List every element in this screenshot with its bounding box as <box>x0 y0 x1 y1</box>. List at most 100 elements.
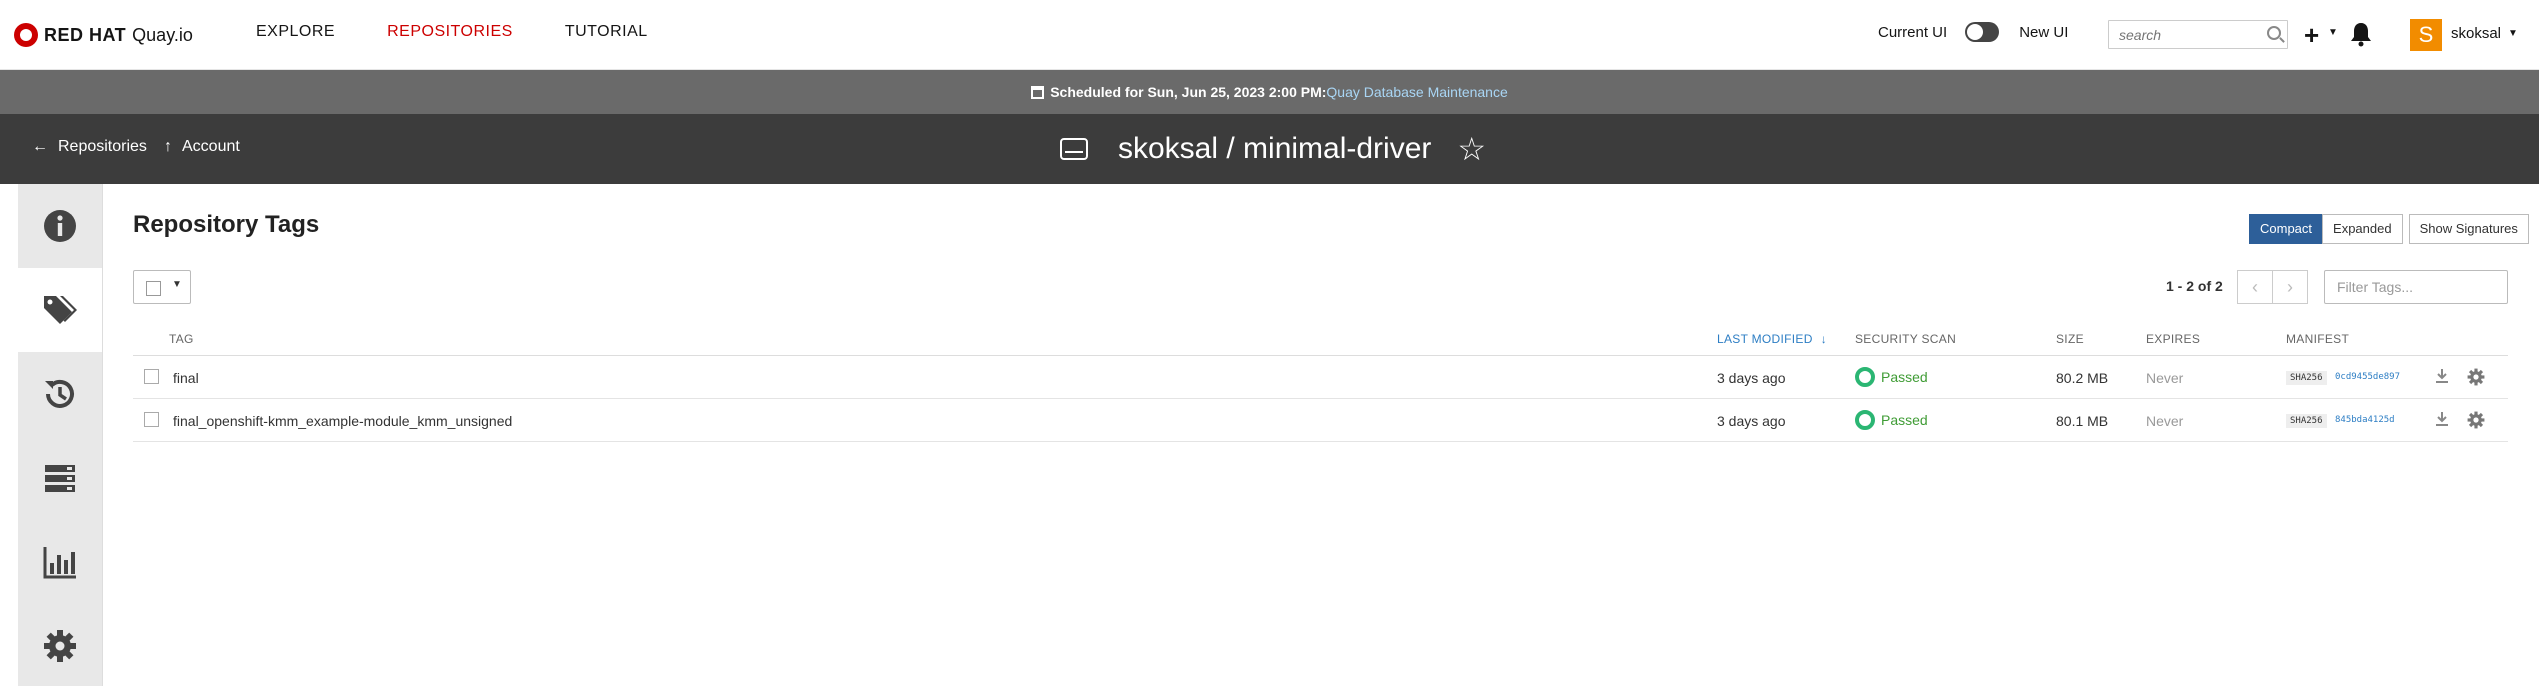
row-checkbox[interactable] <box>144 412 159 427</box>
column-header-size[interactable]: SIZE <box>2056 332 2084 346</box>
security-scan-label: Passed <box>1881 369 1928 385</box>
pagination: ‹ › <box>2237 270 2308 304</box>
back-arrow-icon: ← <box>32 138 48 155</box>
maintenance-banner: Scheduled for Sun, Jun 25, 2023 2:00 PM:… <box>0 70 2539 114</box>
builds-icon <box>45 465 75 492</box>
tag-name[interactable]: final <box>173 370 199 386</box>
scan-passed-icon <box>1855 410 1875 430</box>
create-new-icon[interactable]: + <box>2304 20 2319 51</box>
sort-desc-icon: ↓ <box>1820 332 1828 346</box>
security-scan-label: Passed <box>1881 412 1928 428</box>
last-modified: 3 days ago <box>1717 370 1786 386</box>
breadcrumb-account-label: Account <box>182 138 240 155</box>
sidebar-item-info[interactable] <box>18 184 102 268</box>
view-mode-buttons: Compact Expanded Show Signatures <box>2249 214 2529 244</box>
sidebar-item-settings[interactable] <box>18 604 102 686</box>
sidebar-item-tags[interactable] <box>18 268 102 352</box>
ui-switch[interactable] <box>1965 22 2000 42</box>
repo-title: skoksal / minimal-driver ☆ <box>1060 130 1486 168</box>
brand-logo[interactable]: RED HAT Quay.io <box>14 22 193 48</box>
repository-tags-panel: Repository Tags Compact Expanded Show Si… <box>102 184 2539 686</box>
repo-sidebar <box>18 184 102 686</box>
bulk-select-dropdown[interactable]: ▼ <box>133 270 191 304</box>
create-caret-icon[interactable]: ▼ <box>2328 27 2338 38</box>
page-title: Repository Tags <box>133 211 320 238</box>
search-icon[interactable] <box>2267 26 2281 40</box>
sha-label: SHA256 <box>2286 414 2327 428</box>
sidebar-item-builds[interactable] <box>18 436 102 520</box>
redhat-logo-icon <box>14 23 38 47</box>
repo-title-text: skoksal / minimal-driver <box>1118 132 1432 165</box>
compact-view-button[interactable]: Compact <box>2249 214 2324 244</box>
breadcrumb-repositories[interactable]: ← Repositories <box>32 138 147 156</box>
security-scan-status[interactable]: Passed <box>1855 367 1928 387</box>
sidebar-item-usage[interactable] <box>18 520 102 604</box>
download-icon[interactable] <box>2434 368 2450 384</box>
expires-value[interactable]: Never <box>2146 413 2183 429</box>
repository-drive-icon <box>1060 138 1088 160</box>
notifications-bell-icon[interactable] <box>2349 21 2373 47</box>
row-checkbox[interactable] <box>144 369 159 384</box>
column-header-manifest: MANIFEST <box>2286 332 2350 346</box>
sha-value[interactable]: 845bda4125d <box>2335 415 2395 425</box>
sha-label: SHA256 <box>2286 371 2327 385</box>
current-ui-label: Current UI <box>1878 23 1948 41</box>
brand-redhat-text: RED HAT <box>44 24 127 45</box>
show-signatures-button[interactable]: Show Signatures <box>2408 214 2529 244</box>
breadcrumb-account[interactable]: ↑ Account <box>164 138 240 156</box>
expanded-view-button[interactable]: Expanded <box>2322 214 2403 244</box>
tag-name[interactable]: final_openshift-kmm_example-module_kmm_u… <box>173 413 512 429</box>
chevron-down-icon[interactable]: ▼ <box>172 279 182 290</box>
tags-table: TAG LAST MODIFIED ↓ SECURITY SCAN SIZE EX… <box>133 320 2508 442</box>
column-header-last-modified[interactable]: LAST MODIFIED ↓ <box>1717 332 1827 346</box>
column-header-expires[interactable]: EXPIRES <box>2146 332 2200 346</box>
nav-link-repositories[interactable]: REPOSITORIES <box>387 23 513 41</box>
repo-header: ← Repositories ↑ Account skoksal / minim… <box>0 114 2539 184</box>
search-input[interactable] <box>2109 21 2259 48</box>
security-scan-status[interactable]: Passed <box>1855 410 1928 430</box>
username[interactable]: skoksal <box>2451 25 2501 42</box>
top-navbar: RED HAT Quay.io EXPLORE REPOSITORIES TUT… <box>0 0 2539 70</box>
history-icon <box>45 379 74 408</box>
banner-text: Scheduled for Sun, Jun 25, 2023 2:00 PM: <box>1050 84 1327 100</box>
star-icon[interactable]: ☆ <box>1457 130 1486 168</box>
calendar-icon <box>1031 85 1045 99</box>
tag-options-gear-icon[interactable] <box>2466 410 2486 430</box>
user-menu-caret-icon[interactable]: ▼ <box>2508 28 2518 39</box>
nav-links: EXPLORE REPOSITORIES TUTORIAL <box>256 23 700 41</box>
search-box <box>2108 20 2288 49</box>
table-row: final 3 days ago Passed 80.2 MB Never SH… <box>133 356 2508 399</box>
table-header: TAG LAST MODIFIED ↓ SECURITY SCAN SIZE EX… <box>133 320 2508 356</box>
filter-tags-input[interactable] <box>2324 270 2508 304</box>
sidebar-item-history[interactable] <box>18 352 102 436</box>
prev-page-button[interactable]: ‹ <box>2237 270 2273 304</box>
image-size: 80.2 MB <box>2056 370 2109 386</box>
breadcrumb-repositories-label: Repositories <box>58 138 147 155</box>
table-row: final_openshift-kmm_example-module_kmm_u… <box>133 399 2508 442</box>
select-all-checkbox[interactable] <box>146 281 161 296</box>
usage-chart-icon <box>43 547 76 579</box>
column-header-last-modified-label: LAST MODIFIED <box>1717 332 1813 346</box>
last-modified: 3 days ago <box>1717 413 1786 429</box>
tag-options-gear-icon[interactable] <box>2466 367 2486 387</box>
expires-value[interactable]: Never <box>2146 370 2183 386</box>
next-page-button[interactable]: › <box>2272 270 2308 304</box>
nav-link-explore[interactable]: EXPLORE <box>256 23 335 41</box>
column-header-security-scan[interactable]: SECURITY SCAN <box>1855 332 1956 346</box>
pagination-count: 1 - 2 of 2 <box>2166 278 2223 294</box>
column-header-tag[interactable]: TAG <box>169 332 194 346</box>
scan-passed-icon <box>1855 367 1875 387</box>
brand-quay-text: Quay.io <box>132 24 193 45</box>
avatar[interactable]: S <box>2410 19 2442 51</box>
up-arrow-icon: ↑ <box>164 138 172 155</box>
image-size: 80.1 MB <box>2056 413 2109 429</box>
settings-gear-icon <box>44 630 76 662</box>
banner-link[interactable]: Quay Database Maintenance <box>1326 84 1507 100</box>
sha-value[interactable]: 0cd9455de897 <box>2335 372 2400 382</box>
new-ui-label: New UI <box>2019 23 2069 41</box>
info-icon <box>44 210 76 242</box>
download-icon[interactable] <box>2434 411 2450 427</box>
tags-icon <box>44 296 77 324</box>
nav-link-tutorial[interactable]: TUTORIAL <box>565 23 648 41</box>
ui-version-toggle: Current UI New UI <box>1878 22 2068 42</box>
